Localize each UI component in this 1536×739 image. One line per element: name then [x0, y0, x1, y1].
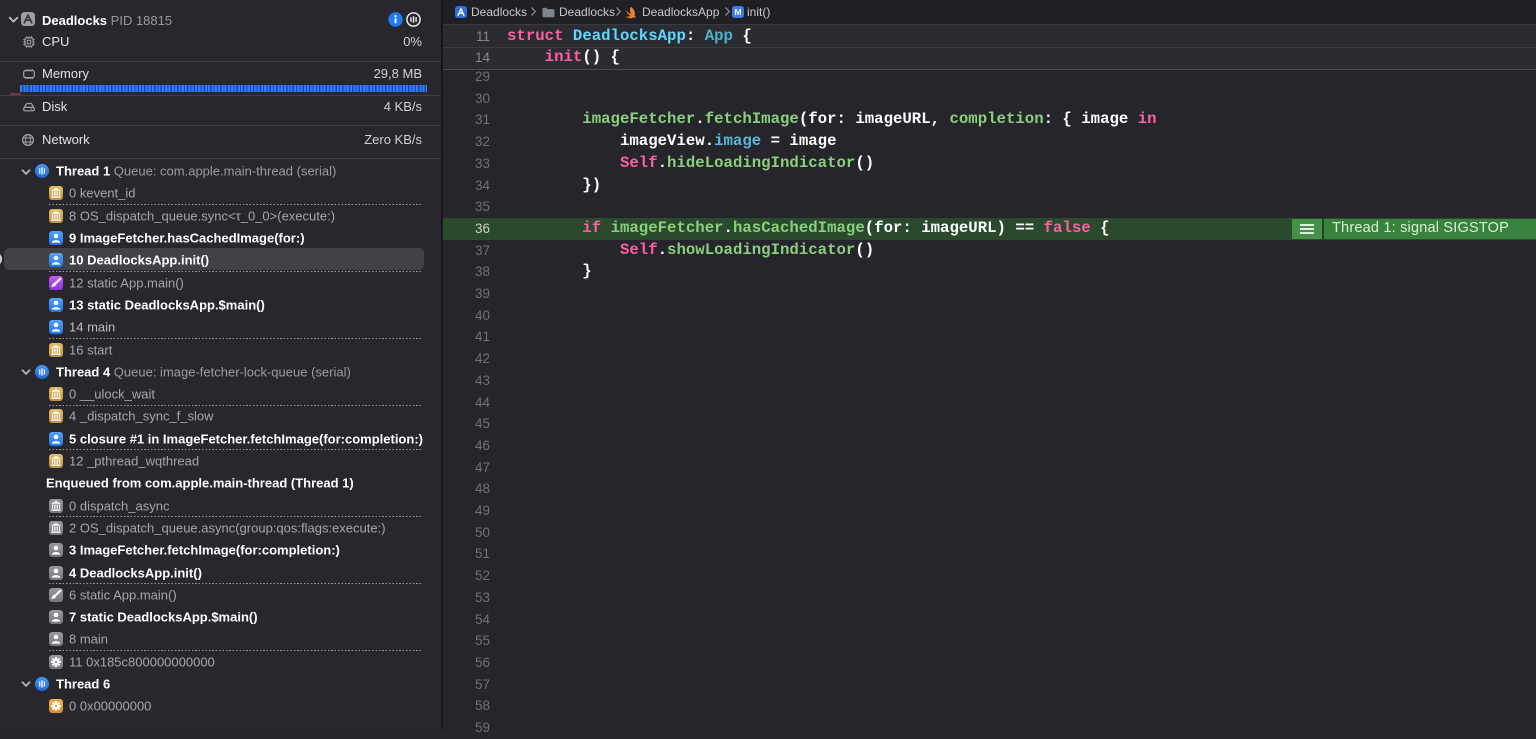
svg-text:M: M — [734, 7, 741, 17]
